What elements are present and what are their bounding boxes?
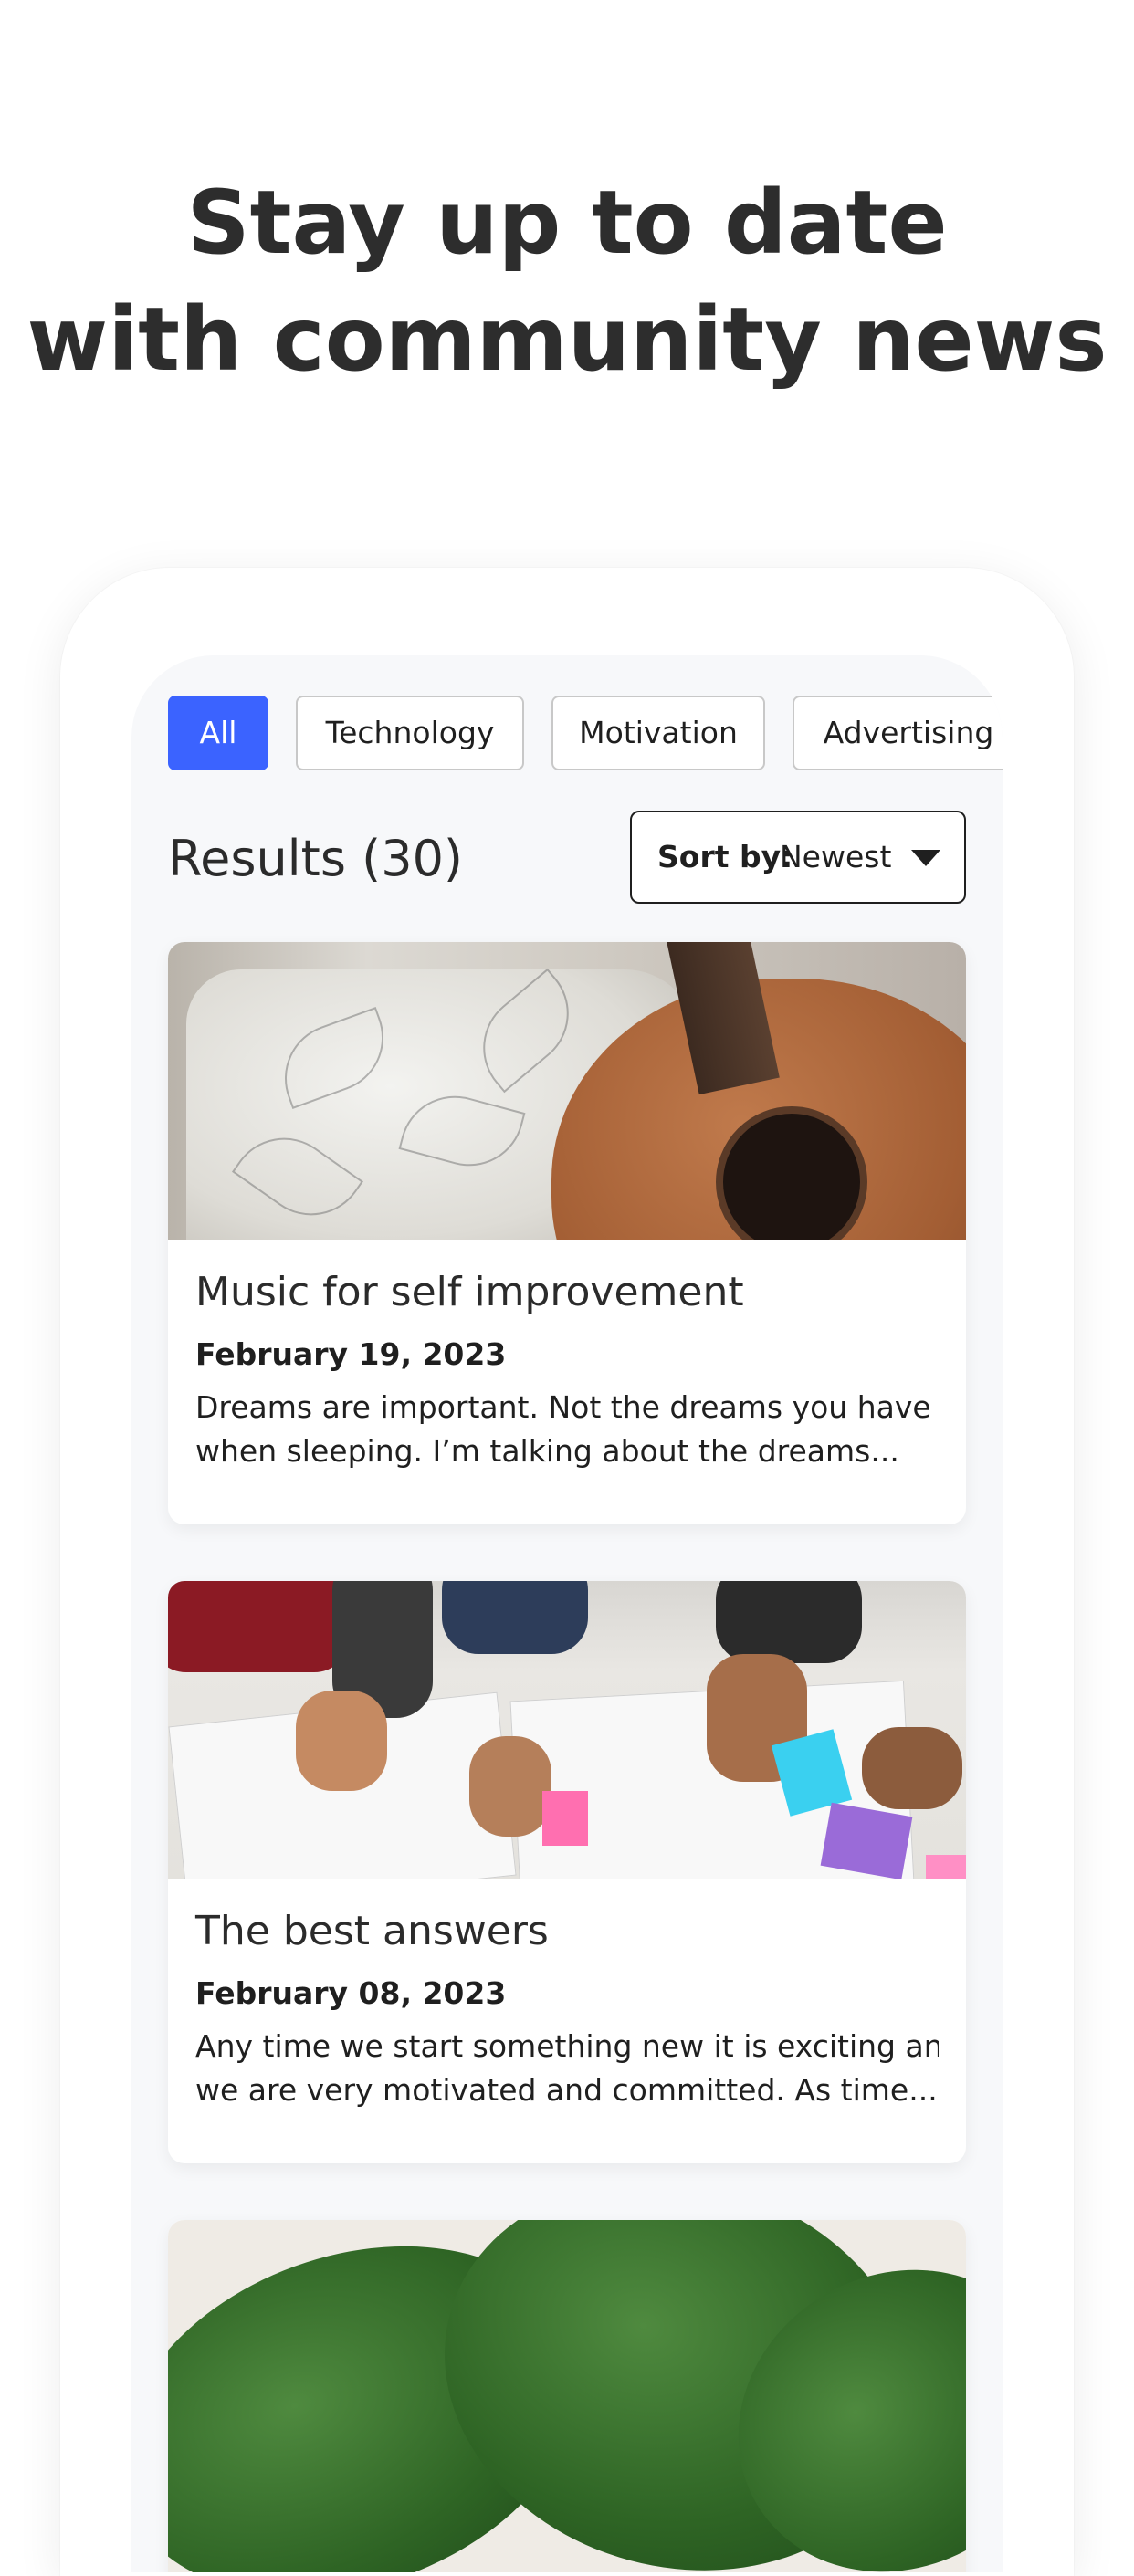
article-title[interactable]: Music for self improvement — [195, 1267, 744, 1318]
excerpt-line: Any time we start something new it is ex… — [195, 2028, 939, 2064]
article-title[interactable]: The best answers — [195, 1906, 549, 1957]
excerpt-line: we are very motivated and committed. As … — [195, 2072, 938, 2108]
sort-label: Sort by: — [657, 839, 793, 874]
article-date: February 08, 2023 — [195, 1975, 507, 2011]
results-count-heading: Results (30) — [168, 830, 463, 887]
filter-chip-advertising[interactable]: Advertising — [793, 696, 1003, 770]
sort-dropdown[interactable]: Sort by: Newest — [630, 811, 966, 904]
article-excerpt: Dreams are important. Not the dreams you… — [195, 1386, 939, 1473]
filter-chip-all[interactable]: All — [168, 696, 268, 770]
article-card[interactable]: Music for self improvement February 19, … — [168, 942, 966, 1524]
excerpt-line: Dreams are important. Not the dreams you… — [195, 1389, 931, 1425]
monstera-leaf-photo — [168, 2220, 966, 2572]
sort-selected-value: Newest — [780, 839, 892, 874]
article-card[interactable]: The best answers February 08, 2023 Any t… — [168, 1581, 966, 2163]
page-headline: Stay up to date with community news — [0, 164, 1134, 398]
category-filter-bar: All Technology Motivation Advertising — [168, 696, 1003, 770]
excerpt-line: when sleeping. I’m talking about the dre… — [195, 1433, 899, 1469]
article-date: February 19, 2023 — [195, 1336, 507, 1372]
planning-photo — [168, 1581, 966, 1879]
filter-chip-technology[interactable]: Technology — [296, 696, 524, 770]
guitar-photo — [168, 942, 966, 1240]
caret-down-icon — [911, 850, 940, 866]
headline-line-1: Stay up to date — [186, 172, 948, 274]
article-excerpt: Any time we start something new it is ex… — [195, 2025, 939, 2112]
filter-chip-motivation[interactable]: Motivation — [551, 696, 765, 770]
article-card[interactable] — [168, 2220, 966, 2572]
headline-line-2: with community news — [26, 288, 1108, 391]
app-screen: All Technology Motivation Advertising Re… — [131, 655, 1003, 2572]
